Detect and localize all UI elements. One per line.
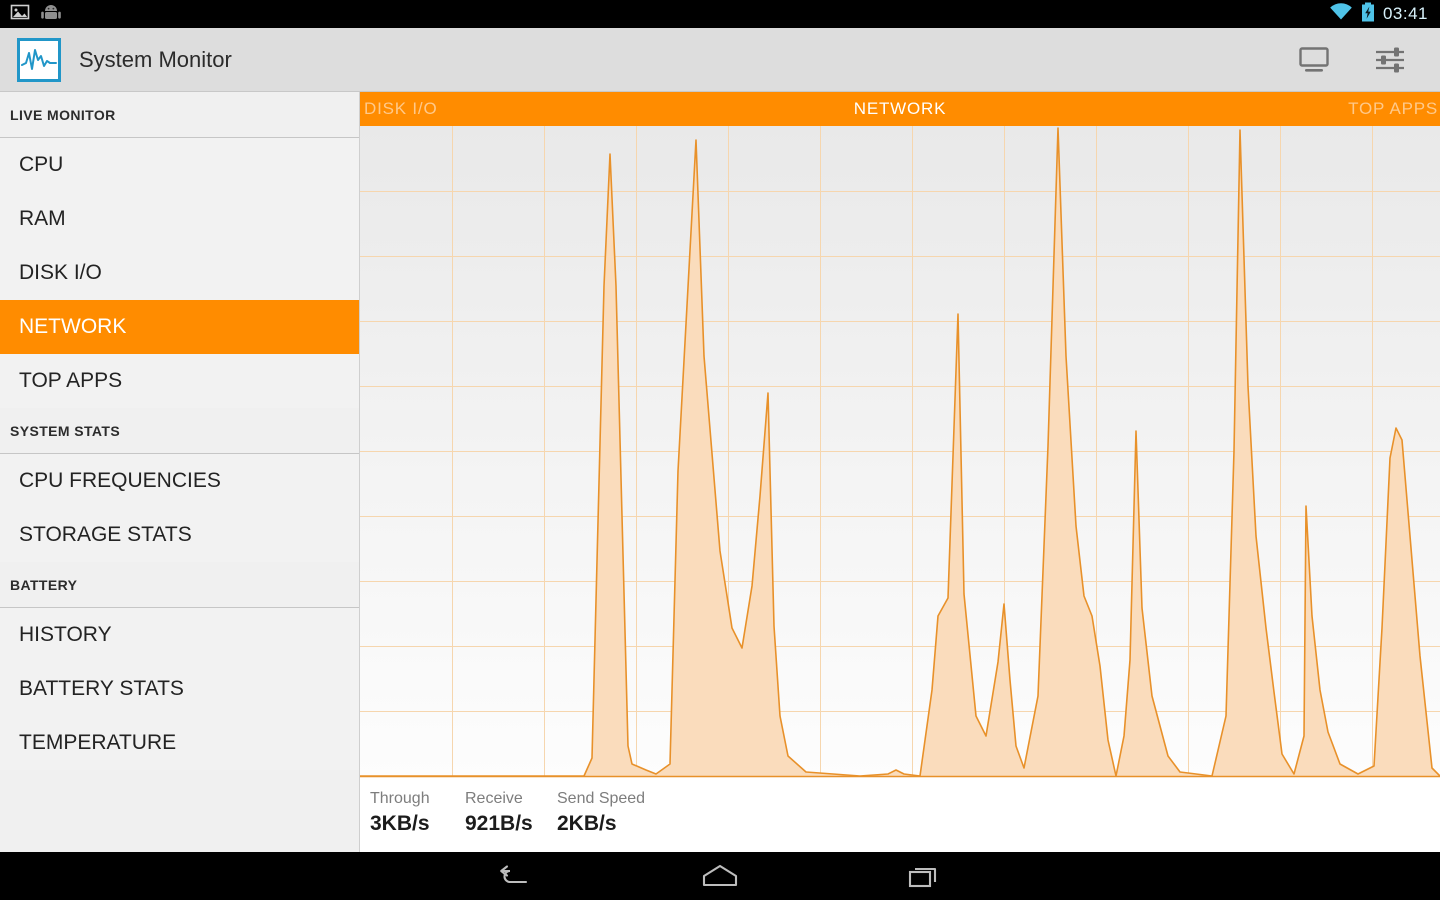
wifi-icon [1329, 2, 1353, 26]
stat-receive-value: 921B/s [465, 812, 533, 835]
navigation-sidebar[interactable]: LIVE MONITOR CPU RAM DISK I/O NETWORK TO… [0, 92, 360, 852]
stat-receive-label: Receive [465, 790, 523, 807]
tab-top-apps[interactable]: TOP APPS [1348, 92, 1438, 126]
content-panel: DISK I/O NETWORK TOP APPS Through 3KB/s … [360, 92, 1440, 852]
sidebar-item-disk-io[interactable]: DISK I/O [0, 246, 359, 300]
settings-sliders-icon[interactable] [1370, 40, 1410, 80]
action-bar: System Monitor [0, 28, 1440, 92]
battery-charging-icon [1361, 2, 1375, 27]
sidebar-item-ram[interactable]: RAM [0, 192, 359, 246]
sidebar-section-live-monitor: LIVE MONITOR [0, 92, 359, 138]
sidebar-section-battery: BATTERY [0, 562, 359, 608]
sidebar-item-network[interactable]: NETWORK [0, 300, 359, 354]
sidebar-item-storage-stats[interactable]: STORAGE STATS [0, 508, 359, 562]
status-bar-clock: 03:41 [1382, 4, 1428, 23]
tab-network[interactable]: NETWORK [360, 92, 1440, 126]
home-icon[interactable] [690, 856, 750, 896]
recents-icon[interactable] [895, 856, 955, 896]
status-bar: 03:41 [0, 0, 1440, 28]
sidebar-item-battery-stats[interactable]: BATTERY STATS [0, 662, 359, 716]
display-icon[interactable] [1294, 40, 1334, 80]
android-screen: 03:41 System Monitor LIVE MONITOR CPU RA… [0, 0, 1440, 900]
status-bar-system-icons: 03:41 [1329, 2, 1440, 27]
sidebar-item-temperature[interactable]: TEMPERATURE [0, 716, 359, 770]
network-stats-bar: Through 3KB/s Receive 921B/s Send Speed … [360, 778, 1440, 852]
sidebar-item-cpu[interactable]: CPU [0, 138, 359, 192]
image-icon [10, 2, 30, 27]
network-chart [360, 126, 1440, 778]
android-robot-icon [40, 3, 62, 26]
sidebar-item-history[interactable]: HISTORY [0, 608, 359, 662]
sidebar-item-top-apps[interactable]: TOP APPS [0, 354, 359, 408]
back-icon[interactable] [485, 856, 545, 896]
action-bar-buttons [1294, 40, 1440, 80]
sidebar-section-system-stats: SYSTEM STATS [0, 408, 359, 454]
sidebar-item-cpu-frequencies[interactable]: CPU FREQUENCIES [0, 454, 359, 508]
network-area-chart-svg [360, 126, 1440, 778]
stat-receive: Receive 921B/s [465, 790, 557, 836]
stat-send-speed-value: 2KB/s [557, 812, 617, 835]
status-bar-notifications [0, 2, 62, 27]
chart-tab-bar[interactable]: DISK I/O NETWORK TOP APPS [360, 92, 1440, 126]
stat-through-value: 3KB/s [370, 812, 430, 835]
stat-through-label: Through [370, 790, 430, 807]
page-title: System Monitor [79, 46, 232, 72]
stat-send-speed-label: Send Speed [557, 790, 646, 807]
waveform-app-icon[interactable] [17, 37, 61, 82]
stat-through: Through 3KB/s [370, 790, 465, 836]
stat-send-speed: Send Speed 2KB/s [557, 790, 717, 836]
android-navigation-bar[interactable] [0, 852, 1440, 900]
